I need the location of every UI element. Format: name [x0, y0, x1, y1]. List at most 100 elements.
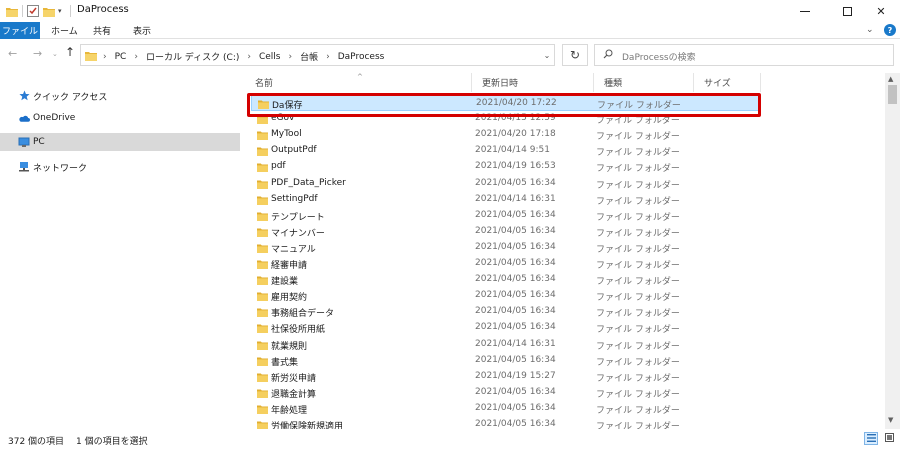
- table-row[interactable]: 社保役所用紙 2021/04/05 16:34 ファイル フォルダー: [251, 320, 759, 336]
- details-view-button[interactable]: [864, 432, 878, 445]
- file-type: ファイル フォルダー: [596, 228, 680, 239]
- breadcrumb-local-disk[interactable]: ローカル ディスク (C:): [146, 50, 239, 63]
- column-header-name[interactable]: 名前: [245, 73, 471, 92]
- minimize-icon: [800, 10, 810, 12]
- table-row[interactable]: SettingPdf 2021/04/14 16:31 ファイル フォルダー: [251, 192, 759, 208]
- file-name: MyTool: [271, 129, 302, 140]
- scrollbar-thumb[interactable]: [888, 85, 897, 104]
- folder-icon[interactable]: [6, 4, 18, 18]
- table-row[interactable]: OutputPdf 2021/04/14 9:51 ファイル フォルダー: [251, 143, 759, 159]
- file-name: 年齢処理: [271, 405, 308, 416]
- column-header-label: サイズ: [704, 79, 731, 89]
- tab-view[interactable]: 表示: [133, 22, 151, 39]
- table-row[interactable]: テンプレート 2021/04/05 16:34 ファイル フォルダー: [251, 208, 759, 224]
- file-type: ファイル フォルダー: [596, 357, 680, 368]
- breadcrumb-separator-icon[interactable]: ›: [289, 52, 293, 62]
- file-name: マイナンバー: [271, 228, 325, 239]
- refresh-button[interactable]: ↻: [562, 44, 588, 66]
- customize-toolbar-chevron-icon[interactable]: ▾: [58, 4, 62, 18]
- search-input[interactable]: DaProcessの検索: [594, 44, 894, 66]
- table-row[interactable]: マイナンバー 2021/04/05 16:34 ファイル フォルダー: [251, 224, 759, 240]
- help-icon[interactable]: ?: [884, 24, 896, 36]
- file-name: 退職金計算: [271, 389, 317, 400]
- table-row[interactable]: 雇用契約 2021/04/05 16:34 ファイル フォルダー: [251, 288, 759, 304]
- tab-share[interactable]: 共有: [93, 22, 111, 39]
- table-row[interactable]: Da保存 2021/04/20 17:22 ファイル フォルダー: [251, 95, 759, 111]
- status-bar: 372 個の項目 1 個の項目を選択: [0, 429, 900, 449]
- table-row[interactable]: 事務組合データ 2021/04/05 16:34 ファイル フォルダー: [251, 304, 759, 320]
- forward-arrow-icon[interactable]: →: [33, 47, 42, 60]
- large-icons-view-icon: [884, 433, 894, 444]
- column-divider[interactable]: [760, 73, 761, 92]
- table-row[interactable]: 労働保険新規適用 2021/04/05 16:34 ファイル フォルダー: [251, 417, 759, 429]
- sidebar-item-network[interactable]: ネットワーク: [0, 157, 240, 175]
- close-button[interactable]: ✕: [862, 0, 900, 22]
- column-header-type[interactable]: 種類: [594, 73, 693, 92]
- folder-icon: [85, 50, 97, 61]
- table-row[interactable]: MyTool 2021/04/20 17:18 ファイル フォルダー: [251, 127, 759, 143]
- file-name: マニュアル: [271, 244, 316, 255]
- up-arrow-icon[interactable]: ↑: [65, 45, 75, 59]
- modified-date: 2021/04/19 15:27: [475, 370, 556, 381]
- table-row[interactable]: pdf 2021/04/19 16:53 ファイル フォルダー: [251, 159, 759, 175]
- large-icons-view-button[interactable]: [882, 432, 896, 445]
- breadcrumb-separator-icon[interactable]: ›: [247, 52, 251, 62]
- sidebar-item-pc[interactable]: PC: [0, 133, 240, 151]
- folder-icon: [257, 356, 268, 366]
- file-name: PDF_Data_Picker: [271, 177, 346, 188]
- properties-icon[interactable]: [27, 4, 39, 18]
- modified-date: 2021/04/05 16:34: [475, 290, 556, 301]
- star-icon: [18, 89, 30, 101]
- column-headers: ^ 名前 更新日時 種類 サイズ: [245, 73, 885, 92]
- tab-file[interactable]: ファイル: [0, 22, 40, 39]
- table-row[interactable]: 建設業 2021/04/05 16:34 ファイル フォルダー: [251, 272, 759, 288]
- modified-date: 2021/04/05 16:34: [475, 354, 556, 365]
- breadcrumb-ledger[interactable]: 台帳: [300, 50, 318, 63]
- vertical-scrollbar[interactable]: ▲ ▼: [885, 73, 900, 429]
- tab-home[interactable]: ホーム: [51, 22, 78, 39]
- file-name: pdf: [271, 161, 286, 172]
- modified-date: 2021/04/15 12:59: [475, 113, 556, 124]
- table-row[interactable]: eGov 2021/04/15 12:59 ファイル フォルダー: [251, 111, 759, 127]
- breadcrumb-separator-icon[interactable]: ›: [134, 52, 138, 62]
- table-row[interactable]: PDF_Data_Picker 2021/04/05 16:34 ファイル フォルダ…: [251, 176, 759, 192]
- column-header-date[interactable]: 更新日時: [472, 73, 593, 92]
- back-arrow-icon[interactable]: ←: [8, 47, 17, 60]
- scroll-down-arrow-icon[interactable]: ▼: [888, 416, 893, 424]
- modified-date: 2021/04/14 16:31: [475, 193, 556, 204]
- table-row[interactable]: 退職金計算 2021/04/05 16:34 ファイル フォルダー: [251, 385, 759, 401]
- window-title: DaProcess: [77, 4, 129, 15]
- table-row[interactable]: 経審申請 2021/04/05 16:34 ファイル フォルダー: [251, 256, 759, 272]
- folder-icon: [257, 420, 268, 429]
- breadcrumb: › PC › ローカル ディスク (C:) › Cells › 台帳 › DaP…: [103, 50, 385, 64]
- column-header-size[interactable]: サイズ: [694, 73, 760, 92]
- breadcrumb-separator-icon[interactable]: ›: [326, 52, 330, 62]
- maximize-button[interactable]: [828, 0, 866, 22]
- modified-date: 2021/04/05 16:34: [475, 225, 556, 236]
- address-bar[interactable]: › PC › ローカル ディスク (C:) › Cells › 台帳 › DaP…: [80, 44, 555, 66]
- table-row[interactable]: 新労災申請 2021/04/19 15:27 ファイル フォルダー: [251, 369, 759, 385]
- cloud-icon: [18, 112, 30, 124]
- table-row[interactable]: 年齢処理 2021/04/05 16:34 ファイル フォルダー: [251, 401, 759, 417]
- table-row[interactable]: マニュアル 2021/04/05 16:34 ファイル フォルダー: [251, 240, 759, 256]
- recent-locations-chevron-icon[interactable]: ⌄: [52, 50, 58, 58]
- breadcrumb-pc[interactable]: PC: [115, 52, 127, 62]
- new-folder-icon[interactable]: [43, 4, 55, 18]
- table-row[interactable]: 就業規則 2021/04/14 16:31 ファイル フォルダー: [251, 337, 759, 353]
- file-type: ファイル フォルダー: [596, 373, 680, 384]
- breadcrumb-daprocess[interactable]: DaProcess: [338, 52, 385, 62]
- breadcrumb-cells[interactable]: Cells: [259, 52, 281, 62]
- minimize-button[interactable]: [786, 0, 824, 22]
- table-row[interactable]: 書式集 2021/04/05 16:34 ファイル フォルダー: [251, 353, 759, 369]
- sidebar-item-onedrive[interactable]: OneDrive: [0, 109, 240, 127]
- selection-count: 1 個の項目を選択: [76, 437, 148, 447]
- folder-icon: [257, 130, 268, 141]
- sidebar-item-quick-access[interactable]: クイック アクセス: [0, 86, 240, 104]
- address-history-chevron-icon[interactable]: ⌄: [534, 44, 560, 66]
- file-name: 建設業: [271, 277, 299, 288]
- folder-icon: [257, 146, 268, 157]
- scroll-up-arrow-icon[interactable]: ▲: [888, 75, 893, 83]
- navigation-pane: クイック アクセス OneDrive PC ネットワーク: [0, 73, 240, 429]
- expand-ribbon-chevron-icon[interactable]: ⌄: [866, 25, 874, 35]
- folder-icon: [257, 162, 268, 173]
